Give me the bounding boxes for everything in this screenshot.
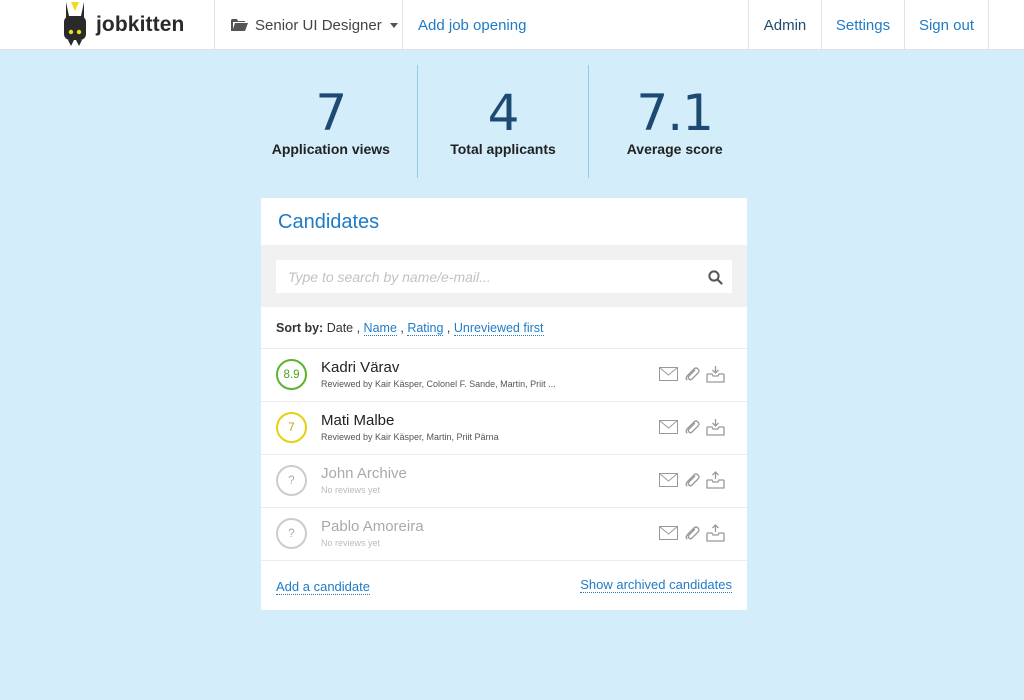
nav-admin[interactable]: Admin <box>748 0 821 50</box>
search-bar <box>261 245 747 307</box>
candidate-name[interactable]: Mati Malbe <box>321 412 394 429</box>
nav-sign-out[interactable]: Sign out <box>904 0 989 50</box>
email-icon[interactable] <box>659 367 678 381</box>
paperclip-icon[interactable] <box>684 366 700 382</box>
unarchive-icon[interactable] <box>706 524 725 542</box>
email-icon[interactable] <box>659 473 678 487</box>
show-archived-link[interactable]: Show archived candidates <box>580 577 732 593</box>
candidates-footer: Add a candidate Show archived candidates <box>261 560 747 610</box>
row-actions <box>659 418 731 436</box>
candidate-reviewers: Reviewed by Kair Käsper, Martin, Priit P… <box>321 432 499 442</box>
email-icon[interactable] <box>659 420 678 434</box>
email-icon[interactable] <box>659 526 678 540</box>
stat-total-applicants: 4 Total applicants <box>416 65 589 178</box>
sort-by-name[interactable]: Name <box>363 321 397 336</box>
sort-current: Date <box>326 321 354 335</box>
candidate-row[interactable]: ? John Archive No reviews yet <box>261 454 747 507</box>
archive-icon[interactable] <box>706 365 725 383</box>
candidate-name[interactable]: Pablo Amoreira <box>321 518 424 535</box>
brand-name: jobkitten <box>96 13 185 36</box>
candidate-reviewers: Reviewed by Kair Käsper, Colonel F. Sand… <box>321 379 556 389</box>
score-badge: 8.9 <box>276 359 307 390</box>
stat-label: Total applicants <box>450 141 556 157</box>
stats-panel: 7 Application views 4 Total applicants 7… <box>245 65 760 178</box>
stat-value: 7.1 <box>636 84 714 142</box>
candidate-reviewers: No reviews yet <box>321 538 381 548</box>
stat-value: 7 <box>315 84 347 142</box>
paperclip-icon[interactable] <box>684 472 700 488</box>
paperclip-icon[interactable] <box>684 419 700 435</box>
stat-label: Application views <box>271 141 390 157</box>
score-badge: 7 <box>276 412 307 443</box>
add-job-opening-link[interactable]: Add job opening <box>418 0 526 50</box>
search-icon[interactable] <box>708 270 723 285</box>
candidates-title: Candidates <box>278 211 380 233</box>
chevron-down-icon <box>389 22 398 28</box>
candidate-search-input[interactable] <box>276 260 732 293</box>
stat-average-score: 7.1 Average score <box>588 65 760 178</box>
row-actions <box>659 365 731 383</box>
candidate-row[interactable]: 7 Mati Malbe Reviewed by Kair Käsper, Ma… <box>261 401 747 454</box>
sort-label: Sort by: <box>276 321 324 335</box>
score-badge: ? <box>276 518 307 549</box>
brand-logo[interactable]: jobkitten <box>60 0 215 50</box>
candidate-name[interactable]: John Archive <box>321 465 407 482</box>
unarchive-icon[interactable] <box>706 471 725 489</box>
candidate-reviewers: No reviews yet <box>321 485 381 495</box>
score-badge: ? <box>276 465 307 496</box>
row-actions <box>659 471 731 489</box>
row-actions <box>659 524 731 542</box>
cat-logo-icon <box>64 2 86 46</box>
stat-value: 4 <box>487 84 520 142</box>
candidate-name[interactable]: Kadri Värav <box>321 359 399 376</box>
folder-icon <box>231 18 248 31</box>
paperclip-icon[interactable] <box>684 525 700 541</box>
sort-by-rating[interactable]: Rating <box>407 321 444 336</box>
candidates-card: Candidates Sort by: Date , Name , Rating… <box>261 198 747 610</box>
nav-settings[interactable]: Settings <box>821 0 904 50</box>
archive-icon[interactable] <box>706 418 725 436</box>
candidate-row[interactable]: ? Pablo Amoreira No reviews yet <box>261 507 747 560</box>
add-candidate-link[interactable]: Add a candidate <box>276 579 370 595</box>
top-navbar: jobkitten Senior UI Designer Add job ope… <box>0 0 1024 50</box>
candidate-row[interactable]: 8.9 Kadri Värav Reviewed by Kair Käsper,… <box>261 348 747 401</box>
stat-application-views: 7 Application views <box>245 65 417 178</box>
sort-by-unreviewed[interactable]: Unreviewed first <box>453 321 544 336</box>
stat-label: Average score <box>626 141 723 157</box>
sort-bar: Sort by: Date , Name , Rating , Unreview… <box>276 321 544 336</box>
job-selector-dropdown[interactable]: Senior UI Designer <box>214 0 403 50</box>
candidate-list: 8.9 Kadri Värav Reviewed by Kair Käsper,… <box>261 348 747 560</box>
job-selector-label: Senior UI Designer <box>255 16 382 34</box>
